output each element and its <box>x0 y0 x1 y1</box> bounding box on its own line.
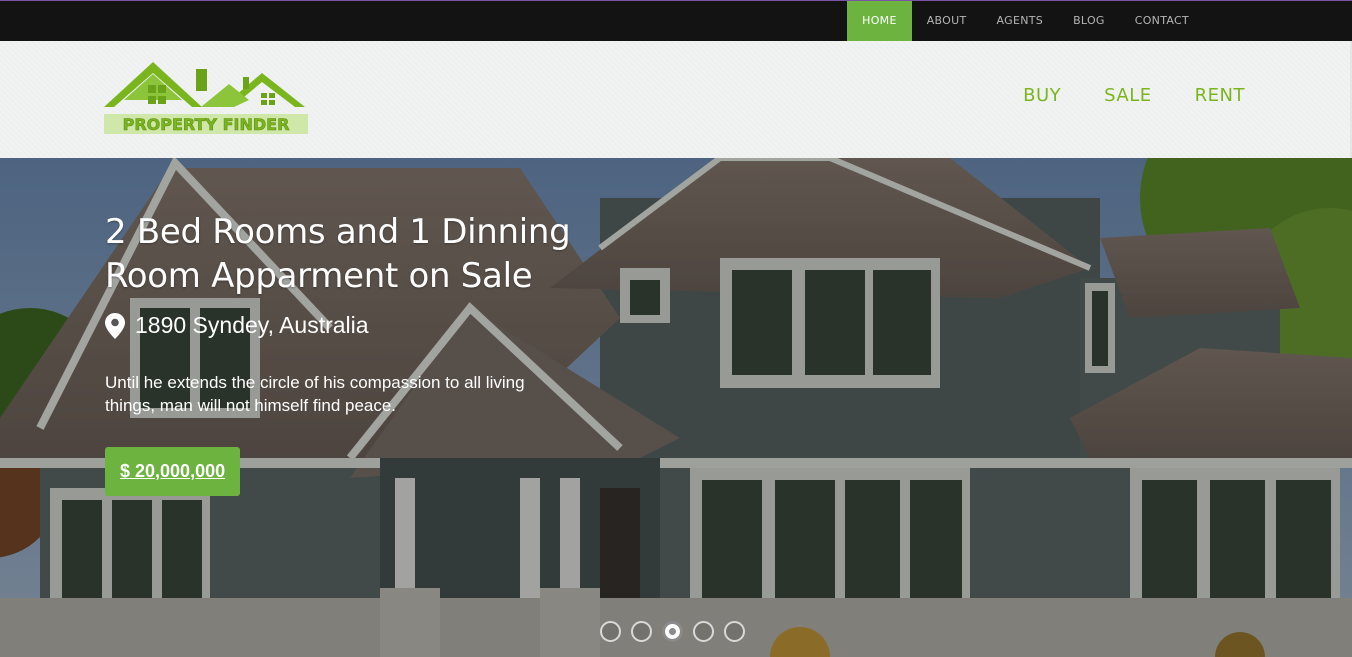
listing-title: 2 Bed Rooms and 1 Dinning Room Apparment… <box>105 210 605 298</box>
location-text: 1890 Syndey, Australia <box>135 312 369 338</box>
house-logo-icon: PROPERTY FINDER <box>104 62 308 134</box>
slider-dot-5[interactable] <box>724 621 745 642</box>
slider-dot-2[interactable] <box>631 621 652 642</box>
main-nav-sale[interactable]: SALE <box>1104 85 1151 106</box>
price-button[interactable]: $ 20,000,000 <box>105 447 241 496</box>
slider-dot-3[interactable] <box>662 621 683 642</box>
logo[interactable]: PROPERTY FINDER <box>104 60 308 136</box>
logo-text: PROPERTY FINDER <box>123 115 290 134</box>
main-nav: BUY SALE RENT <box>1023 85 1245 106</box>
top-nav: HOME ABOUT AGENTS BLOG CONTACT <box>847 1 1204 41</box>
main-nav-rent[interactable]: RENT <box>1195 85 1245 106</box>
main-nav-buy[interactable]: BUY <box>1023 85 1061 106</box>
top-nav-about[interactable]: ABOUT <box>912 1 982 41</box>
hero-slider: 2 Bed Rooms and 1 Dinning Room Apparment… <box>0 158 1352 657</box>
top-nav-contact[interactable]: CONTACT <box>1120 1 1204 41</box>
slider-dot-4[interactable] <box>693 621 714 642</box>
top-nav-home[interactable]: HOME <box>847 1 912 41</box>
top-nav-agents[interactable]: AGENTS <box>982 1 1059 41</box>
hero-caption: 2 Bed Rooms and 1 Dinning Room Apparment… <box>105 210 605 496</box>
site-header: PROPERTY FINDER BUY SALE RENT <box>0 41 1352 158</box>
listing-location: 1890 Syndey, Australia <box>105 312 605 339</box>
slider-pagination <box>600 621 745 642</box>
top-nav-blog[interactable]: BLOG <box>1058 1 1120 41</box>
top-bar: HOME ABOUT AGENTS BLOG CONTACT <box>0 0 1352 41</box>
map-pin-icon <box>105 312 125 339</box>
listing-description: Until he extends the circle of his compa… <box>105 373 525 415</box>
slider-dot-1[interactable] <box>600 621 621 642</box>
listing-title-line2: Room Apparment on Sale <box>105 256 533 296</box>
listing-title-line1: 2 Bed Rooms and 1 Dinning <box>105 212 571 252</box>
